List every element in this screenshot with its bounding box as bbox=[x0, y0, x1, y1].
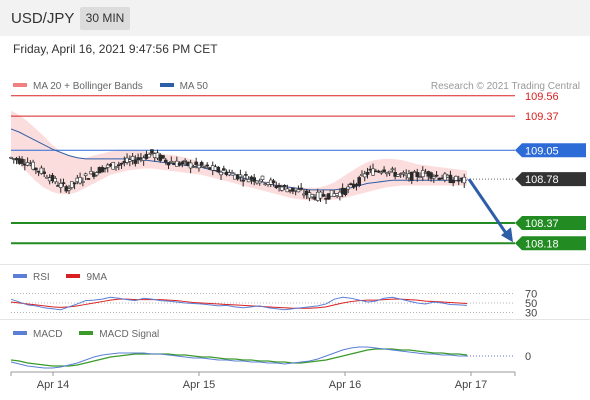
candle-body bbox=[238, 174, 243, 178]
candle-body bbox=[343, 188, 348, 196]
candle-body bbox=[415, 172, 420, 178]
price-chart[interactable]: 109.56109.37109.05108.78108.37108.187050… bbox=[0, 0, 590, 400]
candle-body bbox=[387, 170, 392, 174]
x-tick-label-3: Apr 17 bbox=[455, 379, 487, 391]
candle-body bbox=[280, 186, 284, 191]
candle-body bbox=[282, 185, 287, 187]
level-label-108.78: 108.78 bbox=[525, 174, 559, 186]
candle-body bbox=[61, 182, 66, 184]
candle-body bbox=[150, 149, 154, 154]
candle-body bbox=[246, 179, 251, 183]
candle-body bbox=[357, 177, 362, 186]
candle-body bbox=[296, 189, 301, 193]
level-label-109.05: 109.05 bbox=[525, 145, 559, 157]
candle-body bbox=[161, 155, 165, 159]
candle-body bbox=[244, 174, 248, 176]
level-label-109.56: 109.56 bbox=[525, 91, 559, 103]
candle-body bbox=[219, 171, 223, 176]
bollinger-band-area bbox=[11, 110, 467, 201]
candle-body bbox=[222, 168, 226, 171]
candle-body bbox=[194, 161, 198, 165]
candle-body bbox=[81, 181, 85, 183]
candle-body bbox=[299, 187, 303, 190]
candle-body bbox=[365, 171, 370, 175]
candle-body bbox=[147, 154, 151, 158]
candle-body bbox=[271, 180, 276, 183]
candle-body bbox=[191, 166, 196, 168]
candle-body bbox=[34, 167, 38, 171]
candle-body bbox=[310, 194, 315, 198]
x-tick-label-1: Apr 15 bbox=[183, 379, 215, 391]
candle-body bbox=[277, 184, 281, 188]
macd-signal-line bbox=[10, 348, 468, 367]
candle-body bbox=[379, 171, 384, 174]
candle-body bbox=[119, 162, 124, 165]
candle-body bbox=[241, 179, 245, 182]
x-tick-label-2: Apr 16 bbox=[329, 379, 361, 391]
candle-body bbox=[183, 160, 187, 162]
candle-body bbox=[202, 166, 207, 168]
candle-body bbox=[205, 164, 210, 167]
x-tick-label-0: Apr 14 bbox=[37, 379, 69, 391]
level-label-108.37: 108.37 bbox=[525, 218, 559, 230]
candle-body bbox=[169, 160, 174, 163]
candle-body bbox=[83, 173, 88, 176]
rsi-line bbox=[10, 296, 468, 311]
candle-body bbox=[130, 156, 135, 161]
candle-body bbox=[321, 194, 326, 197]
candle-body bbox=[456, 179, 461, 182]
candle-body bbox=[346, 186, 350, 190]
candle-body bbox=[199, 162, 204, 166]
candle-body bbox=[432, 176, 436, 179]
candle-body bbox=[20, 158, 24, 164]
candle-body bbox=[166, 162, 171, 166]
rsi-level-label-30: 30 bbox=[525, 308, 537, 320]
candle-body bbox=[86, 178, 91, 180]
candle-body bbox=[42, 171, 46, 174]
candle-body bbox=[133, 160, 138, 164]
level-label-108.18: 108.18 bbox=[525, 238, 559, 250]
candle-body bbox=[114, 166, 118, 168]
candle-body bbox=[67, 188, 71, 191]
macd-zero-label: 0 bbox=[525, 351, 531, 363]
candle-body bbox=[103, 167, 107, 170]
candle-body bbox=[53, 178, 58, 183]
candle-body bbox=[72, 182, 77, 185]
candle-body bbox=[257, 180, 262, 184]
candle-body bbox=[434, 174, 439, 177]
candle-body bbox=[216, 166, 221, 173]
candle-body bbox=[230, 172, 234, 174]
candle-body bbox=[9, 156, 13, 159]
candle-body bbox=[163, 159, 168, 163]
candle-body bbox=[260, 175, 265, 180]
candle-body bbox=[111, 162, 116, 170]
forecast-arrow-shaft bbox=[467, 178, 508, 235]
level-label-109.37: 109.37 bbox=[525, 111, 559, 123]
candle-body bbox=[462, 176, 467, 184]
candle-body bbox=[116, 164, 121, 167]
candle-body bbox=[401, 172, 406, 175]
candle-body bbox=[382, 169, 386, 173]
candle-body bbox=[409, 171, 414, 181]
candle-body bbox=[180, 161, 185, 165]
candle-body bbox=[390, 168, 395, 171]
